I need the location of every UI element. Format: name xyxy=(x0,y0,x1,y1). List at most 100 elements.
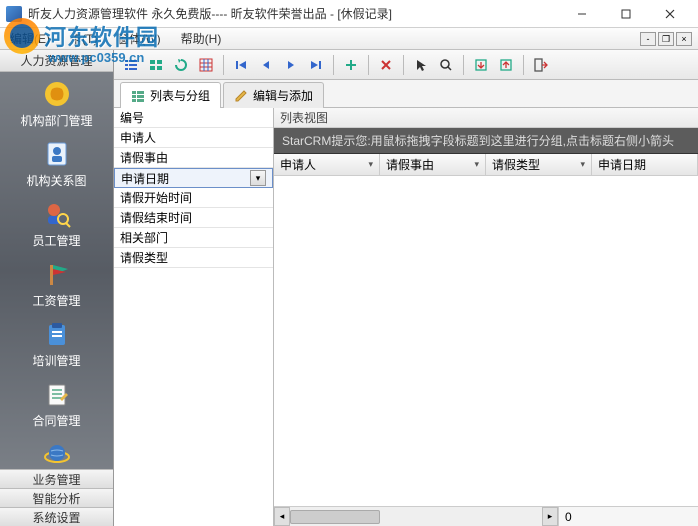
nav-section-header[interactable]: 人力资源管理 xyxy=(0,50,113,72)
toolbar-separator xyxy=(523,55,524,75)
nav-label: 机构关系图 xyxy=(26,172,86,189)
field-row[interactable]: 请假结束时间 xyxy=(114,208,273,228)
grid-panel: 列表视图 StarCRM提示您:用鼠标拖拽字段标题到这里进行分组,点击标题右侧小… xyxy=(274,108,698,526)
nav-label: 工资管理 xyxy=(32,292,80,309)
grid-column-header[interactable]: 请假类型 ▾ xyxy=(486,154,592,175)
toolbar-prev-icon[interactable] xyxy=(255,54,277,76)
footer-btn-settings[interactable]: 系统设置 xyxy=(0,507,113,526)
toolbar-add-icon[interactable] xyxy=(340,54,362,76)
maximize-button[interactable] xyxy=(604,0,648,28)
toolbar-exit-icon[interactable] xyxy=(530,54,552,76)
footer-btn-business[interactable]: 业务管理 xyxy=(0,469,113,488)
toolbar-separator xyxy=(368,55,369,75)
field-row[interactable]: 相关部门 xyxy=(114,228,273,248)
field-label: 编号 xyxy=(120,109,144,126)
chevron-down-icon[interactable]: ▾ xyxy=(368,159,373,170)
field-row[interactable]: 编号 xyxy=(114,108,273,128)
toolbar-grid-icon[interactable] xyxy=(195,54,217,76)
chevron-down-icon[interactable]: ▾ xyxy=(474,159,479,170)
grid-column-header[interactable]: 申请人 ▾ xyxy=(274,154,380,175)
col-label: 申请人 xyxy=(280,156,316,173)
nav-label: 机构部门管理 xyxy=(20,112,92,129)
col-label: 请假类型 xyxy=(492,156,540,173)
tabbar: 列表与分组 编辑与添加 xyxy=(114,80,698,108)
field-row-selected[interactable]: 申请日期▾ xyxy=(114,168,273,188)
group-hint-bar[interactable]: StarCRM提示您:用鼠标拖拽字段标题到这里进行分组,点击标题右侧小箭头 xyxy=(274,128,698,154)
toolbar-list-icon[interactable] xyxy=(120,54,142,76)
person-search-icon xyxy=(41,198,73,230)
minimize-button[interactable] xyxy=(560,0,604,28)
toolbar-separator xyxy=(223,55,224,75)
grid-column-header[interactable]: 申请日期 xyxy=(592,154,698,175)
field-row[interactable]: 申请人 xyxy=(114,128,273,148)
phone-icon xyxy=(41,78,73,110)
grid-title: 列表视图 xyxy=(274,108,698,128)
flag-icon xyxy=(41,258,73,290)
menu-card[interactable]: 卡(T) xyxy=(66,28,101,49)
toolbar-first-icon[interactable] xyxy=(230,54,252,76)
nav-item-salary[interactable]: 工资管理 xyxy=(0,252,113,312)
document-person-icon xyxy=(41,138,73,170)
footer-btn-analysis[interactable]: 智能分析 xyxy=(0,488,113,507)
grid-column-header[interactable]: 请假事由▾ xyxy=(380,154,486,175)
status-count: 0 xyxy=(558,507,698,526)
field-row[interactable]: 请假类型 xyxy=(114,248,273,268)
toolbar-refresh-icon[interactable] xyxy=(170,54,192,76)
toolbar-separator xyxy=(403,55,404,75)
field-label: 申请人 xyxy=(120,129,156,146)
tab-edit-add[interactable]: 编辑与添加 xyxy=(223,82,324,108)
field-label: 请假事由 xyxy=(120,149,168,166)
nav-item-org-dept[interactable]: 机构部门管理 xyxy=(0,72,113,132)
menubar: 编辑(E) 卡(T) 窗体(W) 帮助(H) - ❐ × xyxy=(0,28,698,50)
horizontal-scrollbar[interactable]: ◂ ▸ xyxy=(274,507,558,526)
toolbar-export-icon[interactable] xyxy=(495,54,517,76)
titlebar: 昕友人力资源管理软件 永久免费版---- 昕友软件荣誉出品 - [休假记录] xyxy=(0,0,698,28)
mdi-minimize-button[interactable]: - xyxy=(640,32,656,46)
app-icon xyxy=(6,6,22,22)
field-row[interactable]: 请假事由 xyxy=(114,148,273,168)
fields-panel: 编号 申请人 请假事由 申请日期▾ 请假开始时间 请假结束时间 相关部门 请假类… xyxy=(114,108,274,526)
toolbar-pointer-icon[interactable] xyxy=(410,54,432,76)
globe-icon xyxy=(41,438,73,469)
dropdown-icon[interactable]: ▾ xyxy=(250,170,266,186)
toolbar-last-icon[interactable] xyxy=(305,54,327,76)
nav-label: 员工管理 xyxy=(32,232,80,249)
toolbar-separator xyxy=(463,55,464,75)
toolbar xyxy=(114,50,698,80)
toolbar-separator xyxy=(333,55,334,75)
nav-item-contract[interactable]: 合同管理 xyxy=(0,372,113,432)
menu-edit[interactable]: 编辑(E) xyxy=(6,28,54,49)
nav-item-org-chart[interactable]: 机构关系图 xyxy=(0,132,113,192)
close-button[interactable] xyxy=(648,0,692,28)
toolbar-find-icon[interactable] xyxy=(435,54,457,76)
mdi-close-button[interactable]: × xyxy=(676,32,692,46)
grid-header-row: 申请人 ▾ 请假事由▾ 请假类型 ▾ 申请日期 xyxy=(274,154,698,176)
menu-help[interactable]: 帮助(H) xyxy=(177,28,226,49)
menu-font[interactable]: 窗体(W) xyxy=(113,28,164,49)
main-area: 列表与分组 编辑与添加 编号 申请人 请假事由 申请日期▾ 请假开始时间 请假结… xyxy=(114,50,698,526)
tab-label: 列表与分组 xyxy=(150,87,210,104)
nav-item-leave[interactable]: 请假管理 xyxy=(0,432,113,469)
col-label: 申请日期 xyxy=(598,156,646,173)
chevron-down-icon[interactable]: ▾ xyxy=(580,159,585,170)
mdi-restore-button[interactable]: ❐ xyxy=(658,32,674,46)
field-label: 请假类型 xyxy=(120,249,168,266)
grid-body[interactable] xyxy=(274,176,698,506)
toolbar-delete-icon[interactable] xyxy=(375,54,397,76)
field-label: 相关部门 xyxy=(120,229,168,246)
toolbar-next-icon[interactable] xyxy=(280,54,302,76)
nav-label: 合同管理 xyxy=(32,412,80,429)
scroll-right-icon[interactable]: ▸ xyxy=(542,507,558,526)
tab-label: 编辑与添加 xyxy=(253,87,313,104)
nav-item-training[interactable]: 培训管理 xyxy=(0,312,113,372)
toolbar-import-icon[interactable] xyxy=(470,54,492,76)
field-label: 请假开始时间 xyxy=(120,189,192,206)
field-row[interactable]: 请假开始时间 xyxy=(114,188,273,208)
nav-item-employee[interactable]: 员工管理 xyxy=(0,192,113,252)
nav-label: 培训管理 xyxy=(32,352,80,369)
toolbar-card-icon[interactable] xyxy=(145,54,167,76)
scroll-thumb[interactable] xyxy=(290,510,380,524)
scroll-left-icon[interactable]: ◂ xyxy=(274,507,290,526)
left-navigation: 人力资源管理 机构部门管理 机构关系图 员工管理 工资管理 培训管理 xyxy=(0,50,114,526)
tab-list-group[interactable]: 列表与分组 xyxy=(120,82,221,108)
